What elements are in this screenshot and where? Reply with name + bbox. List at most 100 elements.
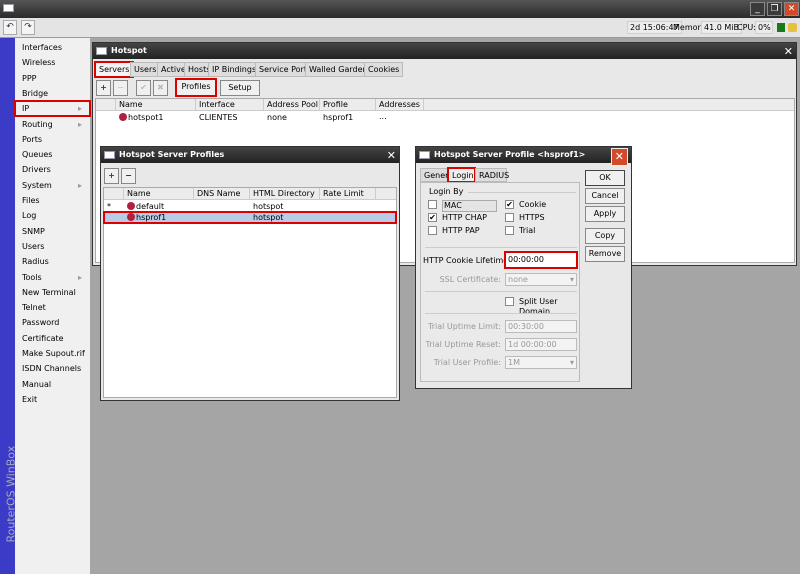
- column-header-address-pool[interactable]: Address Pool: [264, 99, 320, 111]
- sidebar-brand: RouterOS WinBox: [0, 38, 18, 574]
- column-header-flag: [104, 188, 124, 200]
- column-header-profile[interactable]: Profile: [320, 99, 376, 111]
- ssl-certificate-select[interactable]: none ▾: [505, 273, 577, 286]
- setup-button[interactable]: Setup: [220, 80, 260, 96]
- sidebar-item-label: Exit: [22, 394, 38, 404]
- tab-users[interactable]: Users: [130, 62, 161, 77]
- sidebar-item-ports[interactable]: Ports: [15, 132, 90, 147]
- remove-button[interactable]: −: [113, 80, 128, 96]
- mac-label: MAC: [442, 200, 497, 212]
- ok-button[interactable]: OK: [585, 170, 625, 186]
- chap-checkbox[interactable]: ✔: [428, 213, 437, 222]
- sidebar-item-make-supout-rif[interactable]: Make Supout.rif: [15, 346, 90, 361]
- login-tab-panel: Login By MAC ✔ Cookie ✔ HTTP CHAP HTTPS HTTP P…: [420, 182, 580, 382]
- add-button[interactable]: +: [104, 168, 119, 184]
- column-header-html-directory[interactable]: HTML Directory: [250, 188, 320, 200]
- trial-label: Trial: [519, 226, 536, 235]
- pap-label: HTTP PAP: [442, 226, 480, 235]
- table-row[interactable]: * default hotspot: [104, 201, 396, 212]
- sidebar-item-drivers[interactable]: Drivers: [15, 162, 90, 177]
- close-icon[interactable]: ✕: [610, 148, 628, 166]
- restore-button[interactable]: ❐: [767, 2, 782, 16]
- login-by-label: Login By: [429, 187, 464, 196]
- tab-walled-garden[interactable]: Walled Garden: [305, 62, 372, 77]
- sidebar-item-isdn-channels[interactable]: ISDN Channels: [15, 361, 90, 376]
- profile-icon: [127, 213, 135, 221]
- app-window-icon: [3, 4, 14, 12]
- sidebar-item-telnet[interactable]: Telnet: [15, 300, 90, 315]
- sidebar-item-ppp[interactable]: PPP: [15, 71, 90, 86]
- sidebar-item-tools[interactable]: Tools ▸: [15, 270, 90, 285]
- submenu-arrow-icon: ▸: [77, 272, 82, 282]
- tab-servers[interactable]: Servers: [93, 61, 135, 78]
- tab-ip-bindings[interactable]: IP Bindings: [208, 62, 261, 77]
- sidebar-item-exit[interactable]: Exit: [15, 392, 90, 407]
- sidebar-item-label: SNMP: [22, 226, 45, 236]
- trial-uptime-limit-input[interactable]: 00:30:00: [505, 320, 577, 333]
- column-header-rate-limit[interactable]: Rate Limit: [320, 188, 376, 200]
- pap-checkbox[interactable]: [428, 226, 437, 235]
- trial-user-profile-select[interactable]: 1M ▾: [505, 356, 577, 369]
- cell-text: default: [136, 202, 165, 211]
- remove-button[interactable]: Remove: [585, 246, 625, 262]
- tab-general[interactable]: General: [420, 168, 456, 182]
- split-checkbox[interactable]: [505, 297, 514, 306]
- column-header-name[interactable]: Name: [116, 99, 196, 111]
- sidebar-item-interfaces[interactable]: Interfaces: [15, 40, 90, 55]
- close-button[interactable]: ✕: [784, 2, 799, 16]
- cookie-checkbox[interactable]: ✔: [505, 200, 514, 209]
- sidebar-item-routing[interactable]: Routing ▸: [15, 117, 90, 132]
- sidebar-item-log[interactable]: Log: [15, 208, 90, 223]
- table-row[interactable]: hotspot1 CLIENTES none hsprof1: [96, 112, 794, 123]
- sidebar-item-snmp[interactable]: SNMP: [15, 224, 90, 239]
- add-button[interactable]: +: [96, 80, 111, 96]
- remove-button[interactable]: −: [121, 168, 136, 184]
- trial-uptime-reset-input[interactable]: 1d 00:00:00: [505, 338, 577, 351]
- trial-checkbox[interactable]: [505, 226, 514, 235]
- close-icon[interactable]: ✕: [784, 44, 793, 60]
- sidebar-item-manual[interactable]: Manual: [15, 377, 90, 392]
- sidebar-item-ip[interactable]: IP ▸: [14, 100, 91, 118]
- sidebar-item-new-terminal[interactable]: New Terminal: [15, 285, 90, 300]
- column-header-dns-name[interactable]: DNS Name: [194, 188, 250, 200]
- sidebar-item-users[interactable]: Users: [15, 239, 90, 254]
- sidebar-item-password[interactable]: Password: [15, 315, 90, 330]
- cell-text: hotspot1: [128, 113, 164, 122]
- sidebar-item-wireless[interactable]: Wireless: [15, 55, 90, 70]
- cookie-lifetime-input[interactable]: 00:00:00: [504, 251, 578, 269]
- cpu-value: 0%: [755, 21, 773, 34]
- minimize-button[interactable]: _: [750, 2, 765, 16]
- redo-icon[interactable]: ↷: [21, 20, 35, 35]
- column-header-addresses-[interactable]: Addresses ...: [376, 99, 424, 121]
- sidebar-item-queues[interactable]: Queues: [15, 147, 90, 162]
- tab-login[interactable]: Login: [447, 167, 476, 183]
- table-cell: CLIENTES: [196, 112, 264, 123]
- close-icon[interactable]: ✕: [387, 148, 396, 164]
- tab-cookies[interactable]: Cookies: [364, 62, 404, 77]
- chevron-down-icon: ▾: [569, 275, 574, 284]
- mac-checkbox[interactable]: [428, 200, 437, 209]
- sidebar-item-certificate[interactable]: Certificate: [15, 331, 90, 346]
- sidebar-item-label: Bridge: [22, 88, 49, 98]
- table-row[interactable]: hsprof1 hotspot: [103, 211, 397, 224]
- app-titlebar: _ ❐ ✕: [0, 0, 800, 18]
- apply-button[interactable]: Apply: [585, 206, 625, 222]
- sidebar-item-system[interactable]: System ▸: [15, 178, 90, 193]
- https-checkbox[interactable]: [505, 213, 514, 222]
- profiles-button[interactable]: Profiles: [175, 78, 217, 97]
- sidebar-item-files[interactable]: Files: [15, 193, 90, 208]
- copy-button[interactable]: Copy: [585, 228, 625, 244]
- sidebar-item-bridge[interactable]: Bridge: [15, 86, 90, 101]
- undo-icon[interactable]: ↶: [3, 20, 17, 35]
- column-header-interface[interactable]: Interface: [196, 99, 264, 111]
- disable-button[interactable]: ✖: [153, 80, 168, 96]
- sidebar-item-radius[interactable]: Radius: [15, 254, 90, 269]
- table-cell: hotspot1: [116, 112, 196, 123]
- column-header-name[interactable]: Name: [124, 188, 194, 200]
- submenu-arrow-icon: ▸: [77, 180, 82, 190]
- sidebar-item-label: ISDN Channels: [22, 364, 82, 374]
- cell-text: none: [267, 113, 287, 122]
- tab-radius[interactable]: RADIUS: [475, 168, 509, 182]
- cancel-button[interactable]: Cancel: [585, 188, 625, 204]
- enable-button[interactable]: ✔: [136, 80, 151, 96]
